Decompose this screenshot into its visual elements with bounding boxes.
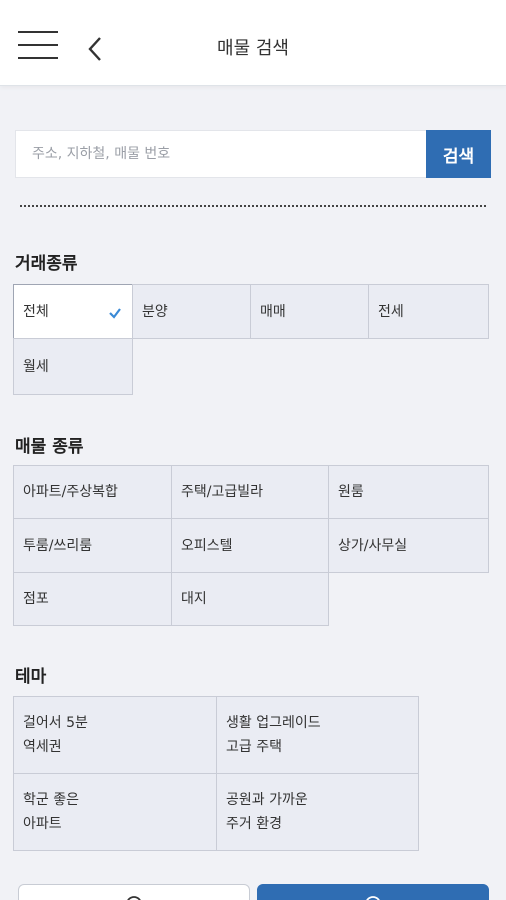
theme-title: 테마 <box>15 667 47 687</box>
theme-option-station[interactable]: 걸어서 5분 역세권 <box>13 696 217 774</box>
checkmark-icon <box>108 304 122 319</box>
theme-option-luxury[interactable]: 생활 업그레이드 고급 주택 <box>216 696 419 774</box>
property-option-oneroom[interactable]: 원룸 <box>328 465 489 519</box>
reset-icon <box>127 896 141 900</box>
property-option-tworoom[interactable]: 투룸/쓰리룸 <box>13 518 172 573</box>
reset-button[interactable] <box>18 884 250 900</box>
option-label: 점포 <box>23 591 49 607</box>
option-label: 오피스텔 <box>181 537 233 554</box>
dotted-divider <box>20 205 486 207</box>
option-label: 매매 <box>260 303 286 320</box>
property-option-house[interactable]: 주택/고급빌라 <box>171 465 329 519</box>
search-button[interactable]: 검색 <box>426 130 491 178</box>
property-type-title: 매물 종류 <box>15 437 84 457</box>
property-option-store[interactable]: 점포 <box>13 572 172 626</box>
option-label: 아파트/주상복합 <box>23 484 118 500</box>
deal-type-option-presale[interactable]: 분양 <box>132 284 251 339</box>
option-label: 주택/고급빌라 <box>181 484 263 500</box>
option-label: 대지 <box>181 591 207 607</box>
page-title: 매물 검색 <box>217 38 289 59</box>
option-label: 원룸 <box>338 484 364 500</box>
theme-option-school[interactable]: 학군 좋은 아파트 <box>13 773 217 851</box>
option-label: 걸어서 5분 역세권 <box>23 715 88 755</box>
property-option-apartment[interactable]: 아파트/주상복합 <box>13 465 172 519</box>
deal-type-option-all[interactable]: 전체 <box>13 284 133 339</box>
app-header: 매물 검색 <box>0 0 506 86</box>
deal-type-option-jeonse[interactable]: 전세 <box>368 284 489 339</box>
property-option-officetel[interactable]: 오피스텔 <box>171 518 329 573</box>
property-option-commercial[interactable]: 상가/사무실 <box>328 518 489 573</box>
option-label: 전체 <box>23 303 49 320</box>
option-label: 상가/사무실 <box>338 537 408 554</box>
option-label: 분양 <box>142 303 168 320</box>
option-label: 월세 <box>23 358 49 375</box>
deal-type-option-monthly[interactable]: 월세 <box>13 338 133 395</box>
option-label: 학군 좋은 아파트 <box>23 792 79 832</box>
search-input[interactable] <box>16 131 427 177</box>
search-bar: 검색 <box>15 130 491 178</box>
deal-type-title: 거래종류 <box>15 254 78 274</box>
theme-option-park[interactable]: 공원과 가까운 주거 환경 <box>216 773 419 851</box>
option-label: 투룸/쓰리룸 <box>23 537 93 554</box>
deal-type-option-sale[interactable]: 매매 <box>250 284 369 339</box>
search-icon <box>366 896 380 900</box>
submit-search-button[interactable] <box>257 884 489 900</box>
property-option-land[interactable]: 대지 <box>171 572 329 626</box>
option-label: 전세 <box>378 303 404 320</box>
option-label: 공원과 가까운 주거 환경 <box>226 792 308 832</box>
option-label: 생활 업그레이드 고급 주택 <box>226 715 321 755</box>
